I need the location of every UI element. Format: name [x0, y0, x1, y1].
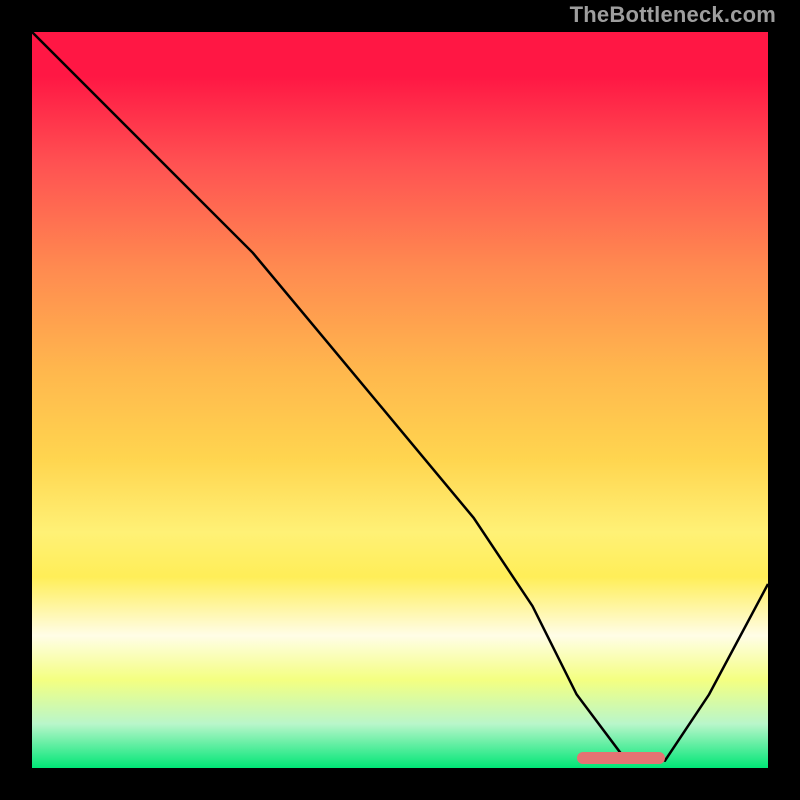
plot-area	[32, 32, 768, 768]
chart-frame: TheBottleneck.com	[0, 0, 800, 800]
curve-layer	[32, 32, 768, 768]
watermark-text: TheBottleneck.com	[570, 4, 776, 26]
bottleneck-curve	[32, 32, 768, 761]
optimal-marker	[577, 752, 665, 764]
